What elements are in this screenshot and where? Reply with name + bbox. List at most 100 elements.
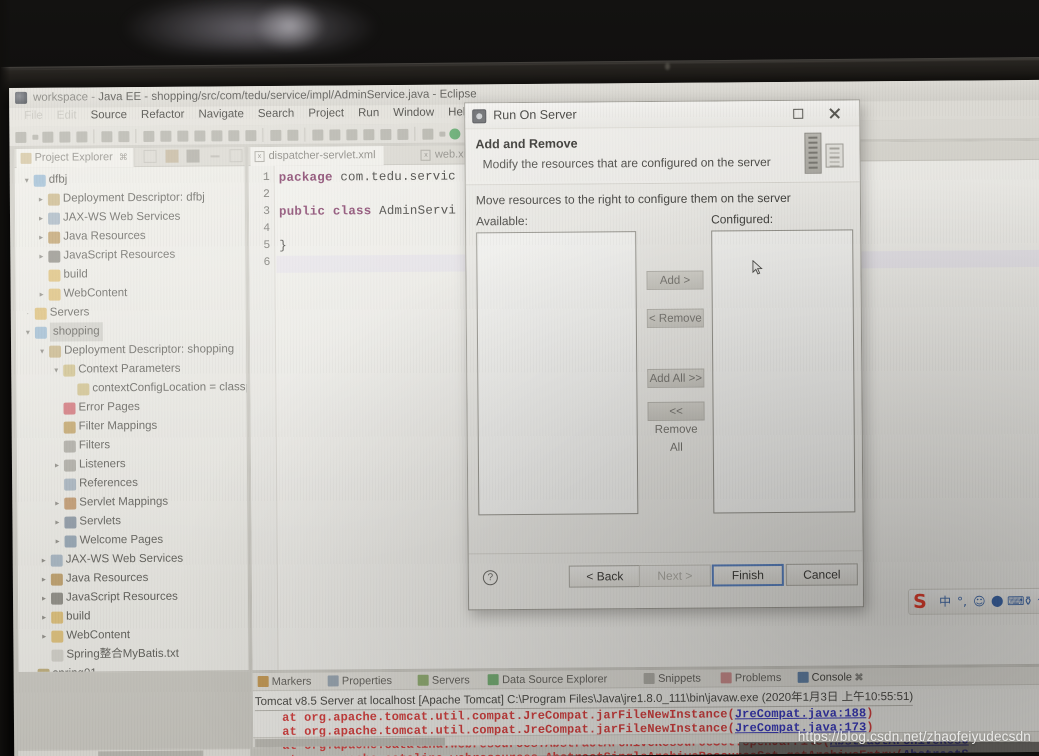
chevron-down-icon[interactable]: ▾ xyxy=(21,171,33,190)
ime-emoji-icon[interactable]: ☺ xyxy=(973,594,986,608)
chevron-right-icon[interactable]: ▸ xyxy=(51,513,63,532)
tree-item[interactable]: ▸ Deployment Descriptor: dfbj xyxy=(15,188,245,209)
new-dropdown-icon[interactable] xyxy=(32,134,39,140)
tree-item[interactable]: build xyxy=(15,264,245,285)
transfer-button-remove[interactable]: < Remove xyxy=(646,308,704,328)
tree-item[interactable]: ▸ JavaScript Resources xyxy=(18,587,248,608)
chevron-right-icon[interactable]: ▸ xyxy=(35,209,47,228)
javaee-persp-icon[interactable] xyxy=(397,128,409,140)
tree-item[interactable]: ▸ JavaScript Resources xyxy=(15,245,245,266)
tree-item[interactable]: ▸ Listeners xyxy=(17,454,247,475)
chevron-right-icon[interactable]: ▸ xyxy=(35,228,47,247)
menu-item-run[interactable]: Run xyxy=(351,105,386,121)
debug-persp-icon[interactable] xyxy=(363,129,375,141)
external-tools-icon[interactable] xyxy=(287,129,299,141)
settings-dropdown-icon[interactable] xyxy=(439,131,446,137)
toggle-mark-icon[interactable] xyxy=(270,129,282,141)
transfer-button-add-all[interactable]: Add All >> xyxy=(647,368,705,388)
chevron-right-icon[interactable]: ▸ xyxy=(36,285,48,304)
java-browsing-icon[interactable] xyxy=(346,129,358,141)
sogou-ime-toolbar[interactable]: S 中 °, ☺ ⬤ ⌨ ⚱ ☂ xyxy=(907,587,1039,615)
button-back[interactable]: < Back xyxy=(568,565,641,588)
code-line[interactable]: package com.tedu.servic xyxy=(279,169,456,184)
chevron-right-icon[interactable]: ▸ xyxy=(38,608,50,627)
tree-item[interactable]: ▾ Deployment Descriptor: shopping xyxy=(16,340,246,361)
settings-icon[interactable] xyxy=(422,128,434,140)
project-tree[interactable]: ▾ dfbj ▸ Deployment Descriptor: dfbj ▸ JAX-WS… xyxy=(15,166,249,672)
code-line[interactable]: public class AdminServi xyxy=(279,203,456,218)
tree-item[interactable]: ▸ WebContent xyxy=(18,625,248,646)
collapse-all-icon[interactable] xyxy=(143,149,157,163)
tree-item[interactable]: ▾ dfbj xyxy=(15,169,245,190)
ime-keyboard-icon[interactable]: ⌨ xyxy=(1007,594,1024,608)
configured-listbox[interactable] xyxy=(711,229,856,514)
chevron-right-icon[interactable]: ▸ xyxy=(51,456,63,475)
project-explorer-view[interactable]: Project Explorer ⌘ ▾ dfbj ▸ Deployment Desc… xyxy=(13,146,250,673)
save-icon[interactable] xyxy=(42,131,54,143)
menu-item-window[interactable]: Window xyxy=(386,105,441,121)
chevron-right-icon[interactable]: ▸ xyxy=(38,627,50,646)
menu-item-project[interactable]: Project xyxy=(301,105,351,121)
tree-item[interactable]: ▾ shopping xyxy=(16,321,246,342)
tree-item[interactable]: ▸ Welcome Pages xyxy=(17,530,247,551)
tree-item[interactable]: contextConfigLocation = classp xyxy=(16,378,249,399)
tree-item[interactable]: ▸ build xyxy=(18,606,248,627)
chevron-right-icon[interactable]: · xyxy=(22,304,34,323)
tree-item[interactable]: ▸ WebContent xyxy=(16,283,246,304)
new-icon[interactable] xyxy=(15,131,27,143)
ime-user-icon[interactable]: ⚱ xyxy=(1023,594,1033,608)
chevron-down-icon[interactable]: ▾ xyxy=(22,323,34,342)
menu-item-file[interactable]: File xyxy=(17,108,50,124)
maximize-icon[interactable] xyxy=(229,149,243,163)
tree-item[interactable]: ▸ Servlets xyxy=(17,511,247,532)
console-tab-properties[interactable]: Properties xyxy=(327,672,392,691)
close-button[interactable] xyxy=(819,103,849,123)
editor-tab[interactable]: x dispatcher-servlet.xml xyxy=(250,146,384,167)
ime-punctuation-icon[interactable]: °, xyxy=(957,594,967,608)
next-annotation-icon[interactable] xyxy=(194,130,206,142)
chevron-right-icon[interactable]: ▸ xyxy=(38,589,50,608)
minimize-icon[interactable] xyxy=(208,149,221,162)
tree-item[interactable]: Filters xyxy=(17,435,247,456)
open-type-icon[interactable] xyxy=(101,131,113,143)
java-persp-icon[interactable] xyxy=(380,128,392,141)
chevron-right-icon[interactable]: ▸ xyxy=(35,190,47,209)
tree-item[interactable]: ▸ JAX-WS Web Services xyxy=(15,207,245,228)
code-line[interactable]: } xyxy=(279,239,287,253)
build-icon[interactable] xyxy=(118,131,130,143)
tree-item[interactable]: Error Pages xyxy=(16,397,246,418)
maximize-button[interactable] xyxy=(783,104,813,124)
available-listbox[interactable] xyxy=(476,231,639,516)
tree-item[interactable]: References xyxy=(17,473,247,494)
tree-item[interactable]: ▸ Java Resources xyxy=(18,568,248,589)
menu-item-search[interactable]: Search xyxy=(251,106,302,122)
open-perspective-icon[interactable] xyxy=(312,129,324,141)
ime-chinese-mode-icon[interactable]: 中 xyxy=(939,595,951,609)
button-cancel[interactable]: Cancel xyxy=(785,563,858,586)
tree-item[interactable]: · Servers xyxy=(16,302,246,323)
console-tabbar[interactable]: Markers Properties Servers Data Source Expl… xyxy=(252,666,1039,692)
menu-item-navigate[interactable]: Navigate xyxy=(191,106,251,122)
tree-item[interactable]: ▾ Context Parameters xyxy=(16,359,246,380)
tree-item[interactable]: Filter Mappings xyxy=(17,416,247,437)
chevron-right-icon[interactable]: ▸ xyxy=(38,570,50,589)
run-green-icon[interactable] xyxy=(449,128,461,140)
chevron-right-icon[interactable]: ▸ xyxy=(25,665,37,672)
transfer-button-remove-all[interactable]: << Remove All xyxy=(647,401,705,454)
chevron-right-icon[interactable]: ▸ xyxy=(35,247,47,266)
view-toolbar[interactable] xyxy=(140,149,243,165)
scrollbar-thumb[interactable] xyxy=(255,737,446,748)
explorer-horizontal-scrollbar[interactable] xyxy=(18,748,251,756)
chevron-right-icon[interactable]: ▸ xyxy=(38,551,50,570)
pin-icon[interactable]: ⌘ xyxy=(119,152,128,162)
view-menu-icon[interactable] xyxy=(186,149,200,163)
link-with-editor-icon[interactable] xyxy=(165,149,179,163)
terminate-icon[interactable] xyxy=(177,130,189,142)
tab-project-explorer[interactable]: Project Explorer ⌘ xyxy=(16,148,135,168)
tree-item[interactable]: ▸ Servlet Mappings xyxy=(17,492,247,513)
forward-icon[interactable] xyxy=(245,130,257,142)
scrollbar-thumb[interactable] xyxy=(98,750,204,756)
tree-item[interactable]: ▸ spring01 xyxy=(19,663,249,672)
help-icon[interactable]: ? xyxy=(482,570,498,586)
save-all-icon[interactable] xyxy=(59,131,71,143)
